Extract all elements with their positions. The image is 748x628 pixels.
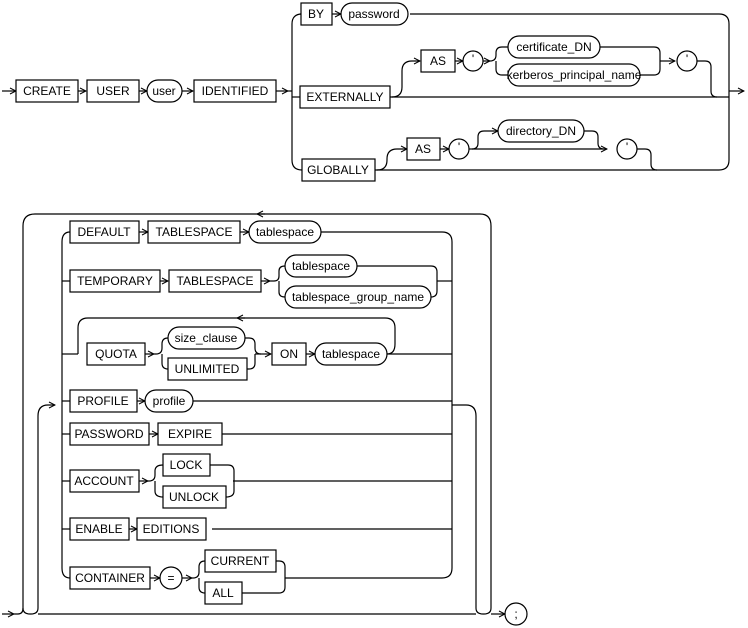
svg-text:QUOTA: QUOTA bbox=[95, 347, 137, 361]
svg-text:profile: profile bbox=[153, 394, 186, 408]
container-keyword: CONTAINER bbox=[69, 566, 151, 590]
externally-keyword: EXTERNALLY bbox=[299, 85, 391, 109]
directory-dn-variable: directory_DN bbox=[497, 119, 585, 143]
tablespace-variable-default: tablespace bbox=[248, 220, 322, 244]
quote-open-externally: ' bbox=[462, 50, 484, 72]
svg-text:': ' bbox=[458, 140, 460, 154]
svg-text:BY: BY bbox=[308, 7, 324, 21]
as-keyword-globally: AS bbox=[406, 137, 441, 161]
svg-text:kerberos_principal_name: kerberos_principal_name bbox=[507, 68, 642, 82]
svg-text:PROFILE: PROFILE bbox=[77, 394, 128, 408]
svg-text:UNLIMITED: UNLIMITED bbox=[175, 362, 240, 376]
tablespace-group-name-variable: tablespace_group_name bbox=[284, 285, 432, 309]
account-keyword: ACCOUNT bbox=[69, 469, 140, 493]
svg-text:=: = bbox=[167, 571, 174, 585]
equals-symbol: = bbox=[159, 566, 183, 590]
svg-text:GLOBALLY: GLOBALLY bbox=[307, 163, 369, 177]
user-variable: user bbox=[146, 79, 183, 103]
size-clause-variable: size_clause bbox=[167, 326, 246, 350]
svg-text:CURRENT: CURRENT bbox=[211, 554, 270, 568]
tablespace-keyword-temporary: TABLESPACE bbox=[168, 269, 262, 293]
default-keyword: DEFAULT bbox=[69, 220, 140, 244]
identified-keyword: IDENTIFIED bbox=[193, 79, 277, 103]
semicolon-terminator: ; bbox=[504, 602, 528, 626]
all-keyword: ALL bbox=[204, 581, 243, 605]
svg-text:AS: AS bbox=[430, 54, 446, 68]
svg-text:IDENTIFIED: IDENTIFIED bbox=[202, 84, 269, 98]
lock-keyword: LOCK bbox=[162, 453, 211, 477]
svg-text:CONTAINER: CONTAINER bbox=[75, 571, 145, 585]
user-keyword: USER bbox=[86, 79, 140, 103]
by-keyword: BY bbox=[300, 2, 333, 26]
svg-text:user: user bbox=[152, 84, 175, 98]
svg-text:EXTERNALLY: EXTERNALLY bbox=[306, 90, 383, 104]
on-keyword: ON bbox=[271, 342, 307, 366]
tablespace-variable-temporary: tablespace bbox=[284, 254, 358, 278]
svg-text:': ' bbox=[686, 52, 688, 66]
svg-text:': ' bbox=[472, 52, 474, 66]
quote-close-globally: ' bbox=[616, 138, 638, 160]
password-keyword: PASSWORD bbox=[69, 422, 150, 446]
svg-text:tablespace: tablespace bbox=[292, 259, 350, 273]
editions-keyword: EDITIONS bbox=[136, 517, 207, 541]
svg-text:AS: AS bbox=[415, 142, 431, 156]
svg-text:size_clause: size_clause bbox=[175, 331, 238, 345]
unlock-keyword: UNLOCK bbox=[162, 485, 227, 509]
tablespace-variable-quota: tablespace bbox=[314, 342, 388, 366]
as-keyword-externally: AS bbox=[420, 49, 456, 73]
svg-text:EXPIRE: EXPIRE bbox=[168, 427, 212, 441]
svg-text:DEFAULT: DEFAULT bbox=[77, 225, 131, 239]
svg-text:LOCK: LOCK bbox=[170, 458, 203, 472]
svg-text:CREATE: CREATE bbox=[23, 84, 71, 98]
svg-text:USER: USER bbox=[96, 84, 130, 98]
svg-text:ACCOUNT: ACCOUNT bbox=[74, 474, 134, 488]
quote-open-globally: ' bbox=[448, 138, 470, 160]
svg-text:UNLOCK: UNLOCK bbox=[169, 490, 219, 504]
kerberos-principal-name-variable: kerberos_principal_name bbox=[507, 63, 642, 87]
unlimited-keyword: UNLIMITED bbox=[167, 357, 248, 381]
globally-keyword: GLOBALLY bbox=[301, 158, 376, 182]
quote-close-externally: ' bbox=[676, 50, 698, 72]
svg-text:ON: ON bbox=[280, 347, 298, 361]
password-variable: password bbox=[340, 2, 409, 26]
svg-text:tablespace: tablespace bbox=[322, 347, 380, 361]
svg-text:TABLESPACE: TABLESPACE bbox=[177, 274, 254, 288]
svg-text:directory_DN: directory_DN bbox=[506, 124, 576, 138]
svg-text:certificate_DN: certificate_DN bbox=[516, 40, 591, 54]
svg-text:': ' bbox=[626, 140, 628, 154]
svg-text:password: password bbox=[348, 7, 399, 21]
temporary-keyword: TEMPORARY bbox=[69, 269, 161, 293]
certificate-dn-variable: certificate_DN bbox=[507, 35, 601, 59]
svg-text:tablespace_group_name: tablespace_group_name bbox=[292, 290, 424, 304]
svg-text:TABLESPACE: TABLESPACE bbox=[156, 225, 233, 239]
svg-text:ENABLE: ENABLE bbox=[75, 522, 122, 536]
quota-keyword: QUOTA bbox=[86, 342, 146, 366]
profile-keyword: PROFILE bbox=[69, 389, 138, 413]
syntax-diagram: CREATE USER user IDENTIFIED BY password … bbox=[2, 2, 748, 626]
enable-keyword: ENABLE bbox=[69, 517, 130, 541]
tablespace-keyword-default: TABLESPACE bbox=[147, 220, 241, 244]
expire-keyword: EXPIRE bbox=[157, 422, 223, 446]
svg-text:ALL: ALL bbox=[212, 586, 234, 600]
svg-text:;: ; bbox=[514, 607, 517, 621]
svg-text:TEMPORARY: TEMPORARY bbox=[77, 274, 153, 288]
svg-text:tablespace: tablespace bbox=[256, 225, 314, 239]
svg-text:PASSWORD: PASSWORD bbox=[74, 427, 143, 441]
current-keyword: CURRENT bbox=[204, 549, 277, 573]
svg-text:EDITIONS: EDITIONS bbox=[143, 522, 200, 536]
profile-variable: profile bbox=[144, 389, 194, 413]
create-keyword: CREATE bbox=[15, 79, 79, 103]
